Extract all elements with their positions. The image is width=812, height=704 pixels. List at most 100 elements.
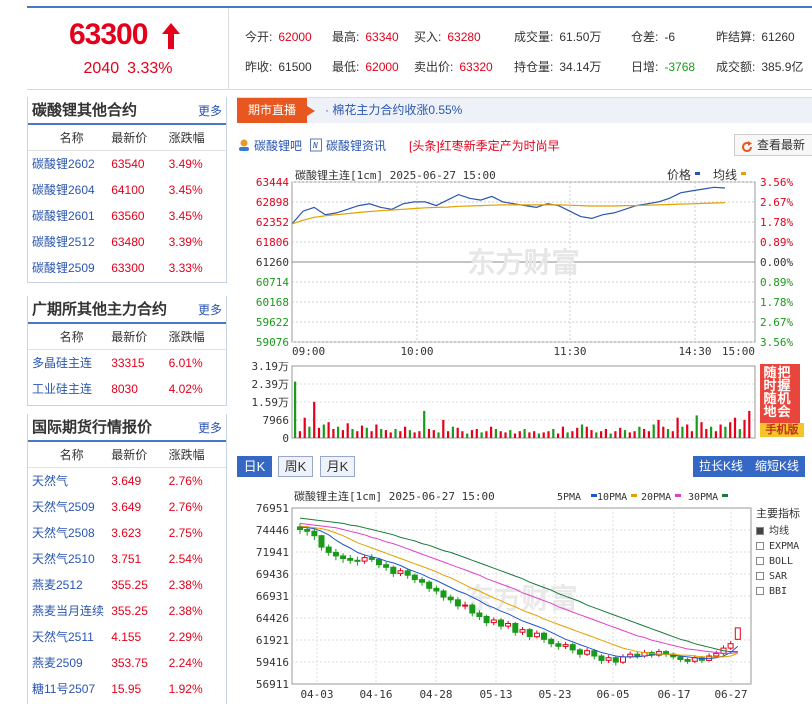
table-row[interactable]: 工业硅主连 8030 4.02%: [28, 376, 226, 402]
quote-field-value: 61260: [761, 30, 795, 44]
contract-link[interactable]: 燕麦2509: [32, 656, 83, 670]
live-ticker-text[interactable]: · 棉花主力合约收涨0.55%: [325, 98, 462, 123]
candle-body: [469, 604, 476, 614]
contract-name[interactable]: 天然气2511: [28, 624, 111, 650]
volume-bar: [571, 431, 574, 438]
panel-title: 广期所其他主力合约 更多: [28, 296, 226, 324]
quote-field: 仓差: -6: [631, 28, 675, 45]
volume-bar: [523, 429, 526, 438]
table-row[interactable]: 燕麦2512 355.25 2.38%: [28, 572, 226, 598]
volume-bar: [733, 417, 737, 438]
live-tag[interactable]: 期市直播: [237, 98, 315, 123]
quote-field-value: 385.9亿: [761, 60, 804, 74]
table-row[interactable]: 碳酸锂2509 63300 3.33%: [28, 255, 226, 281]
contract-link[interactable]: 碳酸锂2512: [32, 235, 95, 249]
contract-name[interactable]: 工业硅主连: [28, 376, 111, 402]
y-tick-label: 60168: [256, 296, 289, 309]
intraday-price-chart[interactable]: 碳酸锂主连[1cm] 2025-06-27 15:00 价格 均线 63444 3.56…: [237, 166, 812, 360]
news-link[interactable]: N 碳酸锂资讯: [309, 137, 386, 154]
tab-day-kline[interactable]: 日K: [237, 456, 272, 477]
latest-price: 3.649: [111, 474, 142, 488]
contract-link[interactable]: 天然气: [32, 474, 68, 488]
volume-bar: [509, 430, 512, 438]
contract-name[interactable]: 天然气2509: [28, 494, 111, 520]
shrink-kline-button[interactable]: 缩短K线: [749, 456, 806, 477]
mobile-ad-tag[interactable]: 手机版: [760, 423, 804, 437]
indicator-option[interactable]: BBI: [756, 584, 812, 599]
contract-name[interactable]: 碳酸锂2512: [28, 229, 111, 255]
forum-link[interactable]: 碳酸锂吧: [237, 137, 302, 154]
indicator-option[interactable]: SAR: [756, 569, 812, 584]
contract-name[interactable]: 天然气2508: [28, 520, 111, 546]
volume-bar: [518, 431, 521, 438]
tab-month-kline[interactable]: 月K: [320, 456, 355, 477]
column-header: 最新价: [111, 448, 148, 462]
table-row[interactable]: 天然气 3.649 2.76%: [28, 468, 226, 494]
checkbox-icon: [756, 542, 764, 550]
more-link[interactable]: 更多: [198, 296, 222, 324]
volume-bar: [346, 423, 349, 438]
indicator-option[interactable]: BOLL: [756, 554, 812, 569]
contract-link[interactable]: 燕麦当月连续: [32, 604, 104, 618]
tab-week-kline[interactable]: 周K: [278, 456, 313, 477]
contract-name[interactable]: 燕麦当月连续: [28, 598, 111, 624]
kline-y-tick-label: 59416: [256, 656, 289, 669]
contract-link[interactable]: 碳酸锂2602: [32, 157, 95, 171]
contract-name[interactable]: 天然气: [28, 468, 111, 494]
more-link[interactable]: 更多: [198, 414, 222, 442]
contract-link[interactable]: 天然气2510: [32, 552, 95, 566]
contract-name[interactable]: 天然气2510: [28, 546, 111, 572]
contract-name[interactable]: 糖11号2507: [28, 676, 111, 702]
change-percent: 2.76%: [168, 474, 203, 488]
contract-name[interactable]: 碳酸锂2601: [28, 203, 111, 229]
contract-name[interactable]: 碳酸锂2509: [28, 255, 111, 281]
table-row[interactable]: 天然气2510 3.751 2.54%: [28, 546, 226, 572]
candle-body: [505, 623, 512, 627]
table-row[interactable]: 多晶硅主连 33315 6.01%: [28, 350, 226, 376]
contract-name[interactable]: 碳酸锂2602: [28, 151, 111, 177]
contract-link[interactable]: 多晶硅主连: [32, 356, 92, 370]
contract-link[interactable]: 碳酸锂2601: [32, 209, 95, 223]
indicator-option[interactable]: 均线: [756, 524, 812, 539]
table-row[interactable]: 燕麦2509 353.75 2.24%: [28, 650, 226, 676]
y-tick-label: 59622: [256, 316, 289, 329]
contract-link[interactable]: 燕麦2512: [32, 578, 83, 592]
contract-link[interactable]: 糖11号2507: [32, 682, 95, 696]
change-percent: 2.38%: [168, 604, 203, 618]
indicator-option[interactable]: EXPMA: [756, 539, 812, 554]
contract-name[interactable]: 燕麦2512: [28, 572, 111, 598]
table-row[interactable]: 天然气2508 3.623 2.75%: [28, 520, 226, 546]
contract-link[interactable]: 天然气2509: [32, 500, 95, 514]
table-row[interactable]: 糖11号2507 15.95 1.92%: [28, 676, 226, 702]
panel-international-futures: 国际期货行情报价 更多 名称 最新价 涨跌幅 天然气 3.649 2.76% 天然气2509 3.…: [27, 414, 227, 704]
column-header: 最新价: [111, 131, 148, 145]
table-row[interactable]: 天然气2511 4.155 2.29%: [28, 624, 226, 650]
y-tick-label: 61806: [256, 236, 289, 249]
more-link[interactable]: 更多: [198, 97, 222, 125]
contract-link[interactable]: 工业硅主连: [32, 382, 92, 396]
kline-x-tick-label: 04-03: [300, 688, 333, 701]
stretch-kline-button[interactable]: 拉长K线: [693, 456, 750, 477]
contract-link[interactable]: 天然气2511: [32, 630, 94, 644]
indicator-label: SAR: [769, 571, 788, 582]
contract-name[interactable]: 燕麦2509: [28, 650, 111, 676]
table-row[interactable]: 碳酸锂2602 63540 3.49%: [28, 151, 226, 177]
contract-link[interactable]: 天然气2508: [32, 526, 95, 540]
contract-name[interactable]: 碳酸锂2604: [28, 177, 111, 203]
table-row[interactable]: 天然气2509 3.649 2.76%: [28, 494, 226, 520]
volume-bar: [686, 424, 689, 438]
table-row[interactable]: 碳酸锂2601 63560 3.45%: [28, 203, 226, 229]
contract-name[interactable]: 多晶硅主连: [28, 350, 111, 376]
contract-link[interactable]: 碳酸锂2509: [32, 261, 95, 275]
table-row[interactable]: 碳酸锂2604 64100 3.45%: [28, 177, 226, 203]
volume-bar: [557, 433, 560, 438]
volume-bar: [427, 429, 431, 438]
contract-link[interactable]: 碳酸锂2604: [32, 183, 95, 197]
refresh-button[interactable]: 查看最新: [734, 134, 812, 156]
table-row[interactable]: 碳酸锂2512 63480 3.39%: [28, 229, 226, 255]
headline-link[interactable]: [头条]红枣新季定产为时尚早: [409, 137, 560, 154]
volume-bar: [308, 426, 311, 438]
kline-y-tick-label: 66931: [256, 590, 289, 603]
daily-kline-chart[interactable]: 碳酸锂主连[1cm] 2025-06-27 15:00 5PMA 10PMA 20PM…: [237, 484, 753, 704]
table-row[interactable]: 燕麦当月连续 355.25 2.38%: [28, 598, 226, 624]
